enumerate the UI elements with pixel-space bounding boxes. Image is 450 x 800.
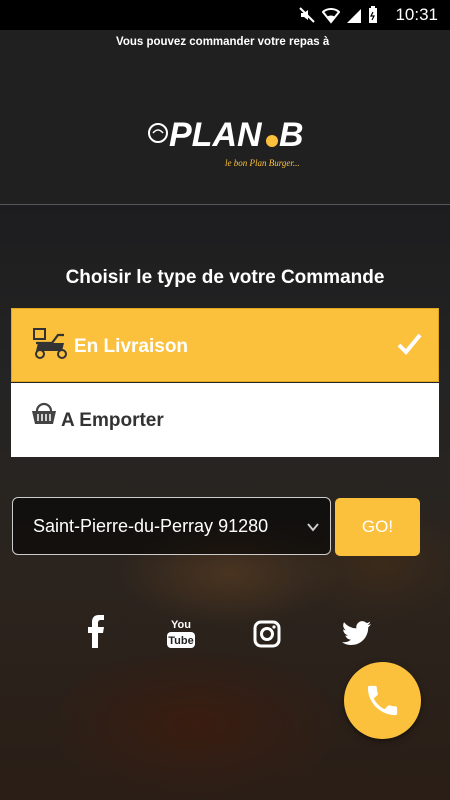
chevron-down-icon: [306, 520, 320, 539]
status-bar: 10:31: [0, 0, 450, 30]
scooter-icon: [32, 327, 70, 364]
call-button[interactable]: [344, 662, 421, 739]
phone-icon: [367, 685, 398, 716]
planb-logo: PLAN B le bon Plan Burger...: [145, 112, 305, 172]
basket-icon: [31, 401, 57, 432]
check-icon: [396, 331, 422, 362]
option-takeaway[interactable]: A Emporter: [11, 383, 439, 457]
order-type-title: Choisir le type de votre Commande: [65, 267, 385, 288]
svg-text:B: B: [279, 116, 304, 154]
option-label: En Livraison: [74, 336, 189, 357]
signal-icon: [347, 9, 361, 23]
location-select-value: Saint-Pierre-du-Perray 91280: [33, 516, 269, 536]
svg-text:PLAN: PLAN: [169, 116, 263, 154]
battery-icon: [369, 6, 377, 23]
clock: 10:31: [395, 5, 438, 24]
youtube-bottom-text: Tube: [168, 635, 193, 647]
marquee-text: Vous pouvez commander votre repas à: [116, 36, 330, 48]
twitter-icon[interactable]: [342, 621, 372, 650]
option-label: A Emporter: [61, 410, 164, 431]
mute-icon: [299, 7, 315, 23]
header-divider: [0, 204, 450, 205]
instagram-icon[interactable]: [253, 620, 281, 653]
app-header: Vous pouvez commander votre repas à PLAN…: [0, 30, 450, 204]
location-select[interactable]: Saint-Pierre-du-Perray 91280: [12, 497, 331, 555]
svg-text:le bon Plan Burger...: le bon Plan Burger...: [225, 158, 300, 168]
youtube-icon[interactable]: You Tube: [166, 617, 196, 654]
option-delivery[interactable]: En Livraison: [11, 308, 439, 382]
go-button[interactable]: GO!: [335, 498, 420, 556]
youtube-top-text: You: [171, 619, 191, 631]
wifi-icon: [322, 8, 340, 24]
status-icons: [298, 6, 378, 24]
facebook-icon[interactable]: [84, 614, 106, 653]
